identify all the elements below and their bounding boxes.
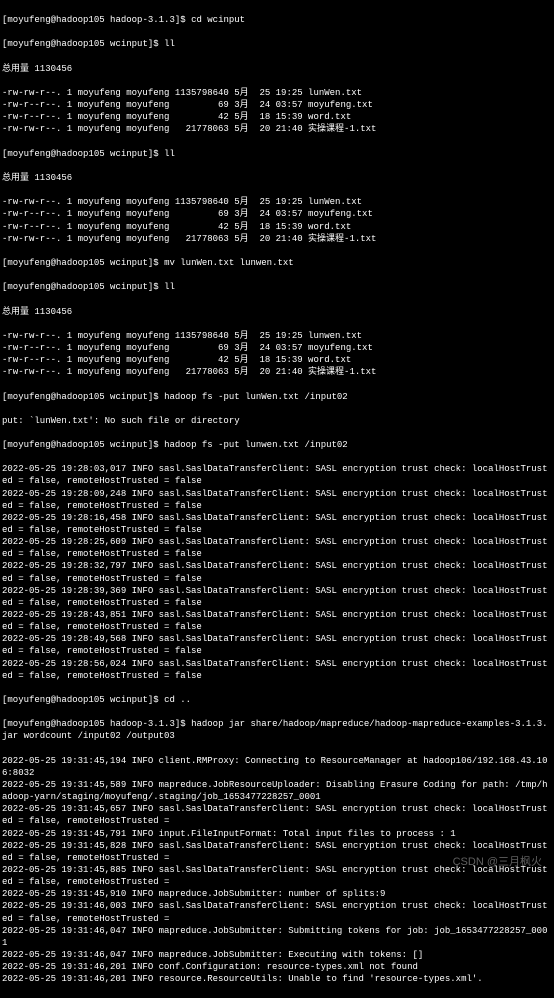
total-line: 总用量 1130456 [2,63,552,75]
prompt-line: [moyufeng@hadoop105 wcinput]$ cd .. [2,694,552,706]
sasl-log-block: 2022-05-25 19:28:03,017 INFO sasl.SaslDa… [2,463,552,682]
error-line: put: `lunWen.txt': No such file or direc… [2,415,552,427]
log-line: 2022-05-25 19:31:46,201 INFO conf.Config… [2,961,552,973]
prompt-line: [moyufeng@hadoop105 wcinput]$ hadoop fs … [2,439,552,451]
log-line: 2022-05-25 19:28:16,458 INFO sasl.SaslDa… [2,512,552,536]
watermark-text: CSDN @三月枫火 [453,855,542,870]
job-log-block: 2022-05-25 19:31:45,194 INFO client.RMPr… [2,755,552,986]
file-row: -rw-rw-r--. 1 moyufeng moyufeng 21778063… [2,123,552,135]
file-row: -rw-rw-r--. 1 moyufeng moyufeng 21778063… [2,366,552,378]
prompt-line: [moyufeng@hadoop105 wcinput]$ hadoop fs … [2,391,552,403]
file-row: -rw-rw-r--. 1 moyufeng moyufeng 21778063… [2,233,552,245]
file-row: -rw-r--r--. 1 moyufeng moyufeng 42 5月 18… [2,354,552,366]
prompt-line: [moyufeng@hadoop105 hadoop-3.1.3]$ hadoo… [2,718,552,742]
file-listing: -rw-rw-r--. 1 moyufeng moyufeng 11357986… [2,87,552,136]
log-line: 2022-05-25 19:31:46,047 INFO mapreduce.J… [2,949,552,961]
file-row: -rw-rw-r--. 1 moyufeng moyufeng 11357986… [2,330,552,342]
log-line: 2022-05-25 19:28:39,369 INFO sasl.SaslDa… [2,585,552,609]
log-line: 2022-05-25 19:28:32,797 INFO sasl.SaslDa… [2,560,552,584]
total-line: 总用量 1130456 [2,172,552,184]
prompt-line: [moyufeng@hadoop105 wcinput]$ mv lunWen.… [2,257,552,269]
log-line: 2022-05-25 19:28:09,248 INFO sasl.SaslDa… [2,488,552,512]
log-line: 2022-05-25 19:28:03,017 INFO sasl.SaslDa… [2,463,552,487]
log-line: 2022-05-25 19:28:43,851 INFO sasl.SaslDa… [2,609,552,633]
log-line: 2022-05-25 19:31:45,194 INFO client.RMPr… [2,755,552,779]
log-line: 2022-05-25 19:31:46,047 INFO mapreduce.J… [2,925,552,949]
file-row: -rw-r--r--. 1 moyufeng moyufeng 42 5月 18… [2,111,552,123]
total-line: 总用量 1130456 [2,306,552,318]
file-listing: -rw-rw-r--. 1 moyufeng moyufeng 11357986… [2,330,552,379]
prompt-line: [moyufeng@hadoop105 wcinput]$ ll [2,38,552,50]
file-row: -rw-r--r--. 1 moyufeng moyufeng 42 5月 18… [2,221,552,233]
prompt-line: [moyufeng@hadoop105 wcinput]$ ll [2,281,552,293]
log-line: 2022-05-25 19:31:45,657 INFO sasl.SaslDa… [2,803,552,827]
terminal-output: [moyufeng@hadoop105 hadoop-3.1.3]$ cd wc… [2,2,552,998]
prompt-line: [moyufeng@hadoop105 hadoop-3.1.3]$ cd wc… [2,14,552,26]
file-row: -rw-r--r--. 1 moyufeng moyufeng 69 3月 24… [2,342,552,354]
log-line: 2022-05-25 19:31:46,201 INFO resource.Re… [2,973,552,985]
log-line: 2022-05-25 19:31:45,910 INFO mapreduce.J… [2,888,552,900]
prompt-line: [moyufeng@hadoop105 wcinput]$ ll [2,148,552,160]
log-line: 2022-05-25 19:31:45,791 INFO input.FileI… [2,828,552,840]
log-line: 2022-05-25 19:28:25,609 INFO sasl.SaslDa… [2,536,552,560]
file-row: -rw-rw-r--. 1 moyufeng moyufeng 11357986… [2,196,552,208]
log-line: 2022-05-25 19:31:46,003 INFO sasl.SaslDa… [2,900,552,924]
file-listing: -rw-rw-r--. 1 moyufeng moyufeng 11357986… [2,196,552,245]
log-line: 2022-05-25 19:28:49,568 INFO sasl.SaslDa… [2,633,552,657]
file-row: -rw-r--r--. 1 moyufeng moyufeng 69 3月 24… [2,208,552,220]
file-row: -rw-rw-r--. 1 moyufeng moyufeng 11357986… [2,87,552,99]
log-line: 2022-05-25 19:28:56,024 INFO sasl.SaslDa… [2,658,552,682]
file-row: -rw-r--r--. 1 moyufeng moyufeng 69 3月 24… [2,99,552,111]
log-line: 2022-05-25 19:31:45,589 INFO mapreduce.J… [2,779,552,803]
